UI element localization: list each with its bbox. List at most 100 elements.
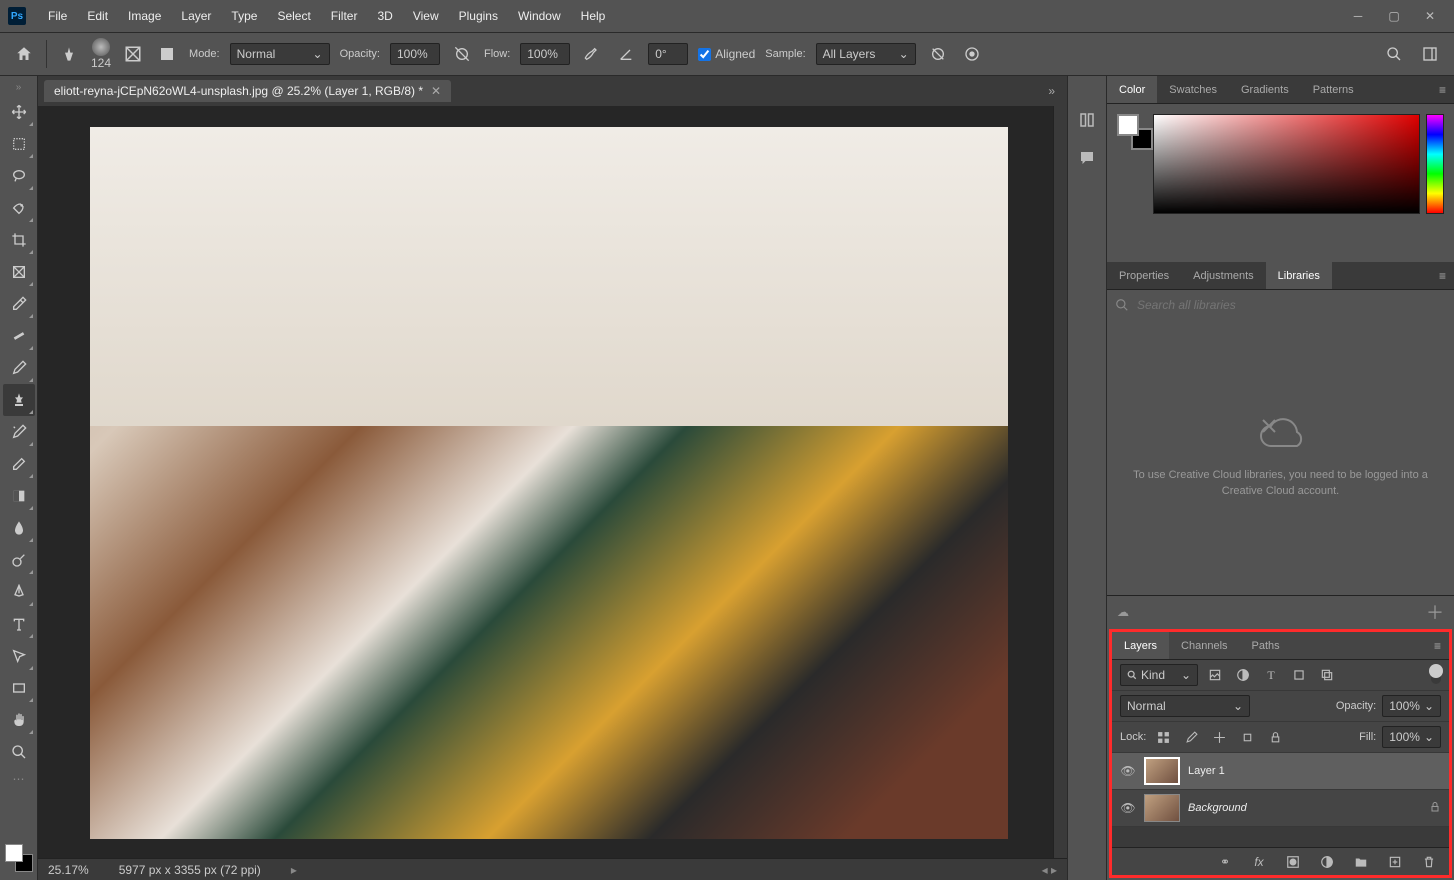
visibility-icon[interactable]: 👁 [1120,764,1136,778]
lock-all-icon[interactable] [1264,726,1286,748]
color-field[interactable] [1153,114,1420,214]
brush-tool[interactable] [3,352,35,384]
angle-icon[interactable] [614,42,638,66]
layer-thumbnail[interactable] [1144,794,1180,822]
zoom-level[interactable]: 25.17% [48,863,89,877]
pen-tool[interactable] [3,576,35,608]
airbrush-icon[interactable] [580,42,604,66]
layer-opacity-input[interactable]: 100%⌄ [1382,695,1441,717]
path-select-tool[interactable] [3,640,35,672]
panel-fg-color[interactable] [1117,114,1139,136]
layer-filter-select[interactable]: Kind⌄ [1120,664,1198,686]
close-tab-icon[interactable]: ✕ [431,84,441,98]
library-search-input[interactable] [1137,298,1446,312]
menu-file[interactable]: File [38,5,77,27]
adjustment-layer-icon[interactable] [1317,855,1337,869]
tab-layers[interactable]: Layers [1112,632,1169,659]
menu-plugins[interactable]: Plugins [449,5,508,27]
vertical-scrollbar[interactable] [1053,106,1067,858]
tab-patterns[interactable]: Patterns [1301,76,1366,103]
layer-name[interactable]: Layer 1 [1188,765,1225,777]
workspace-icon[interactable] [1418,42,1442,66]
clone-source-icon[interactable] [155,42,179,66]
home-icon[interactable] [12,42,36,66]
hand-tool[interactable] [3,704,35,736]
blend-mode-select[interactable]: Normal [230,43,330,65]
menu-3d[interactable]: 3D [367,5,402,27]
minimize-button[interactable]: ─ [1342,6,1374,26]
cloud-sync-icon[interactable]: ☁︎ [1117,605,1129,619]
rect-marquee-tool[interactable] [3,128,35,160]
lock-pixels-icon[interactable] [1180,726,1202,748]
move-tool[interactable] [3,96,35,128]
tab-channels[interactable]: Channels [1169,632,1239,659]
tool-preset-picker[interactable] [57,42,81,66]
menu-image[interactable]: Image [118,5,171,27]
fx-icon[interactable]: fx [1249,855,1269,869]
hue-slider[interactable] [1426,114,1444,214]
link-layers-icon[interactable]: ⚭ [1215,855,1235,869]
group-icon[interactable] [1351,855,1371,869]
menu-edit[interactable]: Edit [77,5,118,27]
eraser-tool[interactable] [3,448,35,480]
frame-tool[interactable] [3,256,35,288]
filter-toggle[interactable] [1431,666,1441,684]
filter-shape-icon[interactable] [1288,664,1310,686]
mask-icon[interactable] [1283,855,1303,869]
pressure-opacity-icon[interactable] [450,42,474,66]
zoom-tool[interactable] [3,736,35,768]
panel-color-swatches[interactable] [1117,114,1147,144]
angle-input[interactable]: 0° [648,43,688,65]
lock-position-icon[interactable] [1208,726,1230,748]
layer-name[interactable]: Background [1188,802,1247,814]
lock-artboard-icon[interactable] [1236,726,1258,748]
add-library-icon[interactable]: ＋ [1426,599,1444,625]
history-brush-tool[interactable] [3,416,35,448]
tab-color[interactable]: Color [1107,76,1157,103]
clone-stamp-tool[interactable] [3,384,35,416]
panel-menu-icon[interactable]: ≡ [1431,83,1454,97]
panel-menu-icon[interactable]: ≡ [1431,269,1454,283]
menu-layer[interactable]: Layer [171,5,221,27]
filter-pixel-icon[interactable] [1204,664,1226,686]
pressure-size-icon[interactable] [960,42,984,66]
crop-tool[interactable] [3,224,35,256]
tab-adjustments[interactable]: Adjustments [1181,262,1266,289]
eyedropper-tool[interactable] [3,288,35,320]
quick-select-tool[interactable] [3,192,35,224]
layer-thumbnail[interactable] [1144,757,1180,785]
ignore-adjustment-icon[interactable] [926,42,950,66]
history-panel-icon[interactable] [1073,106,1101,134]
opacity-input[interactable]: 100% [390,43,440,65]
aligned-checkbox[interactable]: Aligned [698,47,755,61]
menu-view[interactable]: View [403,5,449,27]
filter-adjust-icon[interactable] [1232,664,1254,686]
healing-brush-tool[interactable] [3,320,35,352]
panel-menu-icon[interactable]: ≡ [1426,639,1449,653]
sample-select[interactable]: All Layers [816,43,916,65]
delete-layer-icon[interactable] [1419,855,1439,869]
tab-swatches[interactable]: Swatches [1157,76,1229,103]
close-button[interactable]: ✕ [1414,6,1446,26]
layer-row[interactable]: 👁 Layer 1 [1112,753,1449,790]
blur-tool[interactable] [3,512,35,544]
tab-overflow-icon[interactable]: » [1048,84,1061,98]
layer-row[interactable]: 👁 Background [1112,790,1449,827]
tab-gradients[interactable]: Gradients [1229,76,1301,103]
menu-window[interactable]: Window [508,5,571,27]
document-tab[interactable]: eliott-reyna-jCEpN62oWL4-unsplash.jpg @ … [44,80,451,102]
menu-select[interactable]: Select [267,5,320,27]
gradient-tool[interactable] [3,480,35,512]
fg-color-swatch[interactable] [5,844,23,862]
tab-libraries[interactable]: Libraries [1266,262,1332,289]
search-icon[interactable] [1382,42,1406,66]
rectangle-tool[interactable] [3,672,35,704]
tab-properties[interactable]: Properties [1107,262,1181,289]
menu-filter[interactable]: Filter [321,5,368,27]
menu-type[interactable]: Type [221,5,267,27]
lock-transparent-icon[interactable] [1152,726,1174,748]
filter-smart-icon[interactable] [1316,664,1338,686]
tab-paths[interactable]: Paths [1240,632,1292,659]
menu-help[interactable]: Help [571,5,616,27]
comments-panel-icon[interactable] [1073,144,1101,172]
